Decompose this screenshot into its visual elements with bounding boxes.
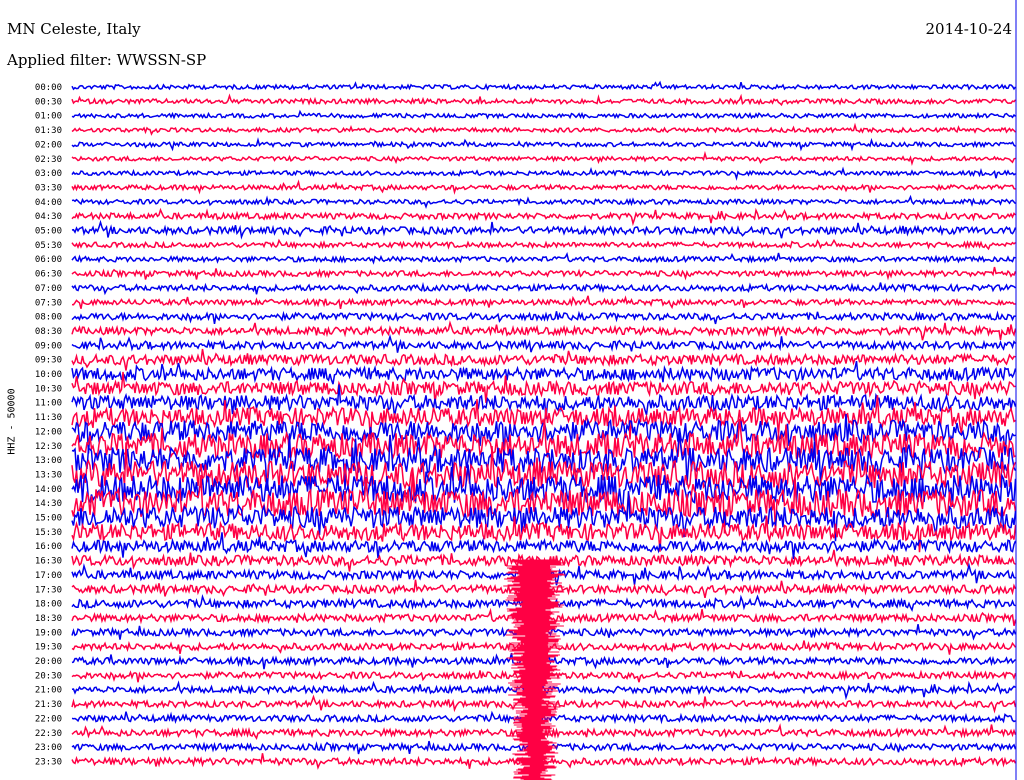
row-time-label: 21:30 xyxy=(35,700,62,710)
row-time-label: 00:30 xyxy=(35,97,62,107)
row-time-label: 23:30 xyxy=(35,757,62,767)
row-time-label: 21:00 xyxy=(35,686,62,696)
row-time-label: 09:30 xyxy=(35,356,62,366)
row-time-label: 11:00 xyxy=(35,399,62,409)
row-time-label: 14:00 xyxy=(35,485,62,495)
row-time-label: 04:30 xyxy=(35,212,62,222)
row-time-label: 12:00 xyxy=(35,427,62,437)
row-time-label: 13:30 xyxy=(35,470,62,480)
trace-row xyxy=(71,194,1017,210)
trace-row xyxy=(71,320,1017,341)
row-time-label: 07:00 xyxy=(35,284,62,294)
row-time-label: 20:00 xyxy=(35,657,62,667)
row-time-label: 23:00 xyxy=(35,743,62,753)
trace-row xyxy=(71,207,1017,227)
trace-row xyxy=(71,266,1017,281)
trace-row xyxy=(71,333,1017,353)
row-time-label: 02:30 xyxy=(35,155,62,165)
row-time-label: 16:00 xyxy=(35,542,62,552)
row-time-label: 07:30 xyxy=(35,298,62,308)
trace-row xyxy=(71,348,1016,371)
row-time-label: 14:30 xyxy=(35,499,62,509)
row-time-label: 18:30 xyxy=(35,614,62,624)
row-time-label: 08:30 xyxy=(35,327,62,337)
row-time-label: 17:30 xyxy=(35,585,62,595)
trace-row xyxy=(71,295,1016,310)
trace-row xyxy=(71,310,1016,325)
row-time-label: 22:00 xyxy=(35,714,62,724)
trace-row xyxy=(71,166,1016,181)
trace-row xyxy=(71,93,1017,107)
row-time-label: 04:00 xyxy=(35,198,62,208)
trace-row xyxy=(71,80,1017,91)
row-time-label: 06:00 xyxy=(35,255,62,265)
row-time-label: 18:00 xyxy=(35,600,62,610)
trace-row xyxy=(71,281,1016,296)
row-time-label: 00:00 xyxy=(35,83,62,93)
row-time-label: 13:00 xyxy=(35,456,62,466)
row-time-label: 19:30 xyxy=(35,643,62,653)
row-time-label: 08:00 xyxy=(35,313,62,323)
trace-row xyxy=(71,109,1016,120)
trace-row xyxy=(71,360,1017,385)
row-time-label: 05:30 xyxy=(35,241,62,251)
seismogram-plot: 00:00 00:30 01:00 01:30 02:00 02:30 03:00 03:30… xyxy=(35,0,1017,780)
trace-row xyxy=(71,238,1016,251)
row-time-label: 10:00 xyxy=(35,370,62,380)
row-time-label: 19:00 xyxy=(35,628,62,638)
row-time-label: 12:30 xyxy=(35,442,62,452)
row-time-label: 10:30 xyxy=(35,384,62,394)
row-time-label: 03:30 xyxy=(35,183,62,193)
row-time-label: 22:30 xyxy=(35,729,62,739)
row-time-label: 01:00 xyxy=(35,112,62,122)
row-time-label: 16:30 xyxy=(35,557,62,567)
trace-row xyxy=(71,137,1016,152)
trace-row xyxy=(71,122,1017,136)
row-time-label: 03:00 xyxy=(35,169,62,179)
row-time-label: 17:00 xyxy=(35,571,62,581)
row-time-label: 15:30 xyxy=(35,528,62,538)
row-time-label: 06:30 xyxy=(35,270,62,280)
row-time-label: 05:00 xyxy=(35,227,62,237)
row-time-label: 09:00 xyxy=(35,341,62,351)
trace-row xyxy=(71,150,1016,166)
trace-row xyxy=(71,179,1016,195)
row-time-label: 11:30 xyxy=(35,413,62,423)
row-time-label: 01:30 xyxy=(35,126,62,136)
trace-row xyxy=(71,219,1017,240)
row-time-label: 02:00 xyxy=(35,140,62,150)
trace-row xyxy=(71,251,1016,265)
row-time-label: 20:30 xyxy=(35,671,62,681)
row-time-label: 15:00 xyxy=(35,514,62,524)
